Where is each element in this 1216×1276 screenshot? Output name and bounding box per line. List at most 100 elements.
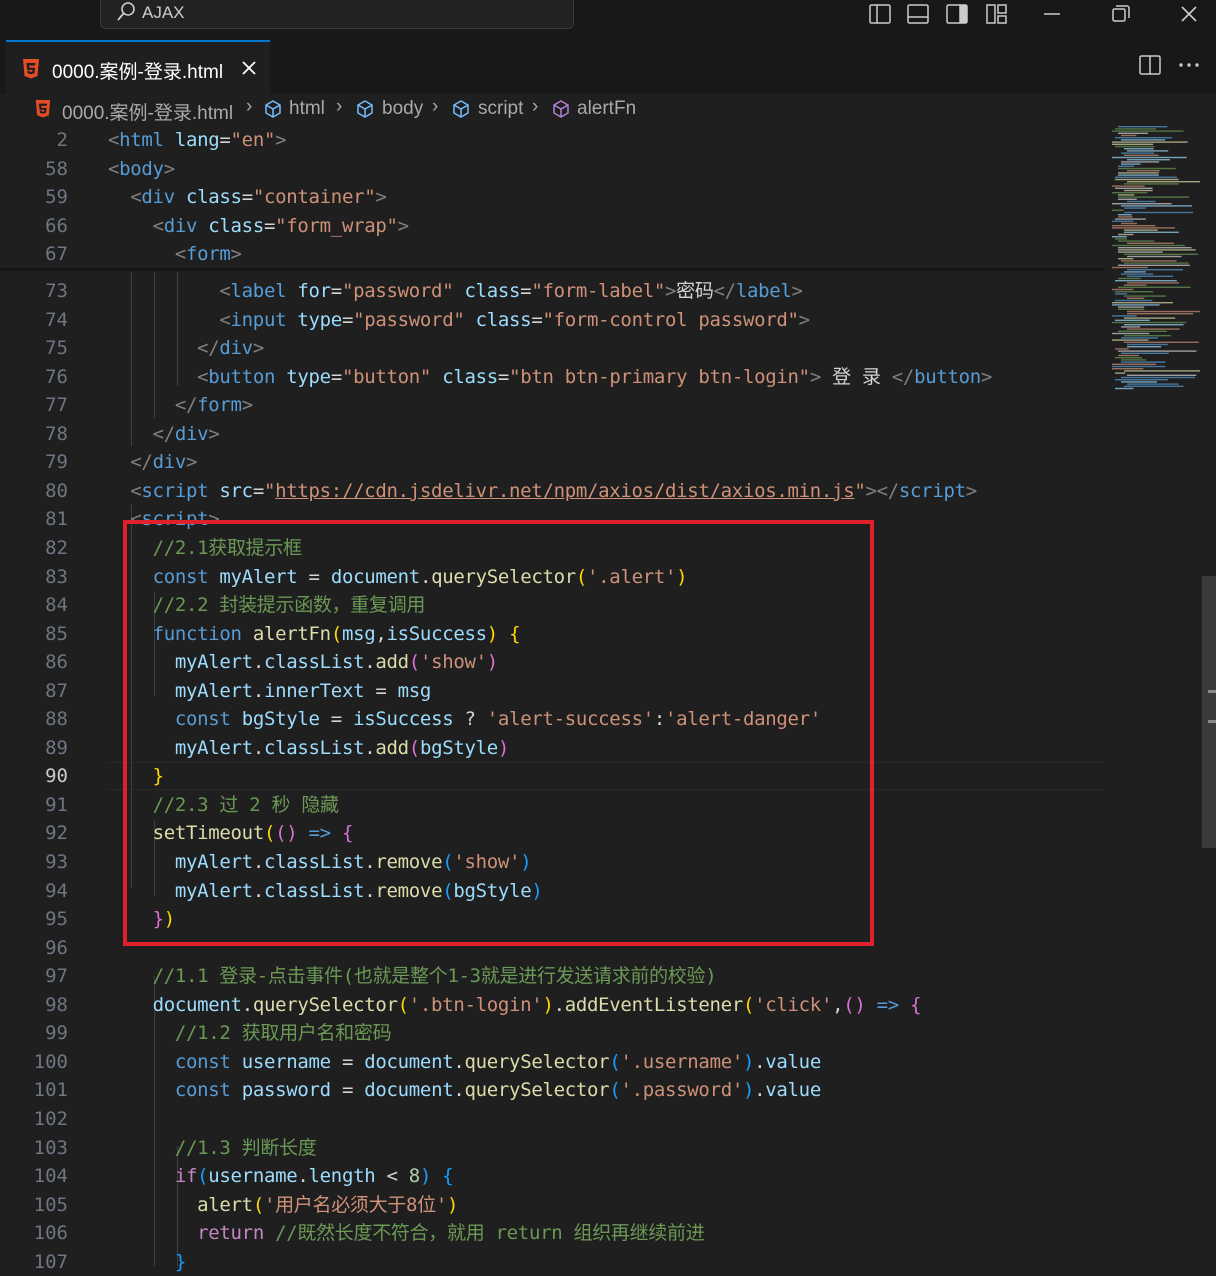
line-number: 91: [45, 793, 68, 816]
minimap-line: [1118, 330, 1167, 332]
code-line[interactable]: 100 const username = document.querySelec…: [0, 1048, 1104, 1076]
breadcrumb-item-html[interactable]: html: [289, 98, 325, 120]
breadcrumb-item-script[interactable]: script: [478, 98, 523, 120]
line-number: 102: [33, 1107, 68, 1130]
minimap-line: [1115, 372, 1126, 374]
code-token: "container": [252, 186, 376, 209]
code-line[interactable]: 58 <body>: [0, 155, 1104, 183]
editor-tab[interactable]: 0000.案例-登录.html: [6, 40, 270, 95]
code-token: "button": [341, 365, 432, 388]
code-token: ": [854, 479, 866, 502]
code-token: {: [442, 1165, 454, 1188]
minimap-line: [1127, 200, 1156, 203]
code-token: class: [442, 365, 498, 388]
more-actions-icon[interactable]: [1177, 54, 1201, 76]
toggle-primary-sidebar-icon[interactable]: [868, 3, 892, 25]
code-line[interactable]: 106 return //既然长度不符合，就用 return 组织再继续前进: [0, 1219, 1104, 1247]
code-line[interactable]: 76 <button type="button" class="btn btn-…: [0, 363, 1104, 391]
code-line[interactable]: 101 const password = document.querySelec…: [0, 1076, 1104, 1104]
code-line[interactable]: 102: [0, 1105, 1104, 1133]
breadcrumb-item-body[interactable]: body: [382, 98, 423, 120]
code-token: </: [891, 365, 915, 388]
minimap-line: [1127, 297, 1145, 299]
code-text: //1.3 判断长度: [108, 1134, 317, 1162]
code-line[interactable]: 66 <div class="form_wrap">: [0, 212, 1104, 240]
code-line[interactable]: 73 <label for="password" class="form-lab…: [0, 277, 1104, 305]
annotation-highlight-box: [123, 520, 874, 946]
code-line[interactable]: 105 alert('用户名必须大于8位'): [0, 1191, 1104, 1219]
code-line[interactable]: 74 <input type="password" class="form-co…: [0, 306, 1104, 334]
line-number: 105: [33, 1193, 68, 1216]
minimize-icon[interactable]: [1040, 3, 1064, 25]
code-text: document.querySelector('.btn-login').add…: [108, 991, 922, 1019]
code-token: ,: [832, 993, 844, 1016]
customize-layout-icon[interactable]: [985, 3, 1009, 25]
toggle-panel-icon[interactable]: [906, 3, 930, 25]
minimap[interactable]: [1104, 126, 1204, 1266]
line-number: 97: [45, 965, 68, 988]
code-line[interactable]: 59 <div class="container">: [0, 183, 1104, 211]
line-number: 58: [45, 157, 68, 180]
code-line[interactable]: 67 <form>: [0, 240, 1104, 268]
minimap-line: [1112, 156, 1187, 159]
line-number: 107: [33, 1250, 68, 1273]
minimap-line: [1127, 242, 1174, 244]
chevron-right-icon: ›: [246, 96, 253, 117]
breadcrumb-item-alertfn[interactable]: alertFn: [577, 98, 636, 120]
search-text[interactable]: AJAX: [142, 3, 185, 23]
code-token: lang: [174, 129, 220, 151]
code-line[interactable]: 98 document.querySelector('.btn-login').…: [0, 991, 1104, 1019]
line-number: 73: [45, 280, 68, 302]
toggle-secondary-sidebar-icon[interactable]: [945, 3, 969, 25]
breadcrumb-file[interactable]: 0000.案例-登录.html: [62, 98, 233, 125]
code-token: "form-control password": [542, 308, 799, 331]
close-window-icon[interactable]: [1177, 3, 1201, 25]
symbol-structure-icon: [357, 100, 373, 118]
code-line[interactable]: 77 </form>: [0, 391, 1104, 419]
line-number: 103: [33, 1136, 68, 1159]
code-editor[interactable]: 73 <label for="password" class="form-lab…: [0, 126, 1216, 1273]
code-text: </div>: [108, 420, 220, 448]
code-token: div: [152, 451, 187, 474]
minimap-line: [1115, 137, 1173, 139]
code-token: <: [375, 1165, 409, 1188]
code-line[interactable]: 99 //1.2 获取用户名和密码: [0, 1019, 1104, 1047]
code-line[interactable]: 79 </div>: [0, 448, 1104, 476]
code-line[interactable]: 80 <script src="https://cdn.jsdelivr.net…: [0, 477, 1104, 505]
code-token: >: [965, 479, 977, 502]
code-token: 密码: [676, 280, 714, 302]
code-line[interactable]: 2 <html lang="en">: [0, 126, 1104, 154]
split-editor-icon[interactable]: [1138, 54, 1162, 76]
code-token: class: [185, 186, 242, 209]
code-token: >: [185, 451, 198, 474]
code-line[interactable]: 107 }: [0, 1248, 1104, 1276]
code-token: (: [742, 993, 755, 1016]
code-line[interactable]: 103 //1.3 判断长度: [0, 1134, 1104, 1162]
close-tab-icon[interactable]: [240, 59, 258, 77]
code-token: //1.1 登录-点击事件(也就是整个1-3就是进行发送请求前的校验): [152, 965, 717, 988]
code-line[interactable]: 97 //1.1 登录-点击事件(也就是整个1-3就是进行发送请求前的校验): [0, 962, 1104, 990]
scrollbar-thumb[interactable]: [1202, 576, 1216, 848]
code-line[interactable]: 104 if(username.length < 8) {: [0, 1162, 1104, 1190]
code-token: for: [297, 280, 331, 302]
code-token: </: [130, 451, 153, 474]
minimap-line: [1127, 313, 1194, 315]
code-line[interactable]: 78 </div>: [0, 420, 1104, 448]
symbol-method-icon: [553, 100, 569, 118]
minimap-line: [1127, 170, 1160, 172]
restore-icon[interactable]: [1108, 3, 1132, 25]
code-token: return: [197, 1222, 264, 1245]
minimap-line: [1112, 141, 1188, 143]
code-token: length: [308, 1165, 376, 1188]
minimap-line: [1112, 227, 1175, 229]
code-text: <div class="form_wrap">: [108, 212, 410, 240]
minimap-line: [1127, 255, 1182, 258]
code-token: =: [330, 365, 342, 388]
code-line[interactable]: 75 </div>: [0, 334, 1104, 362]
